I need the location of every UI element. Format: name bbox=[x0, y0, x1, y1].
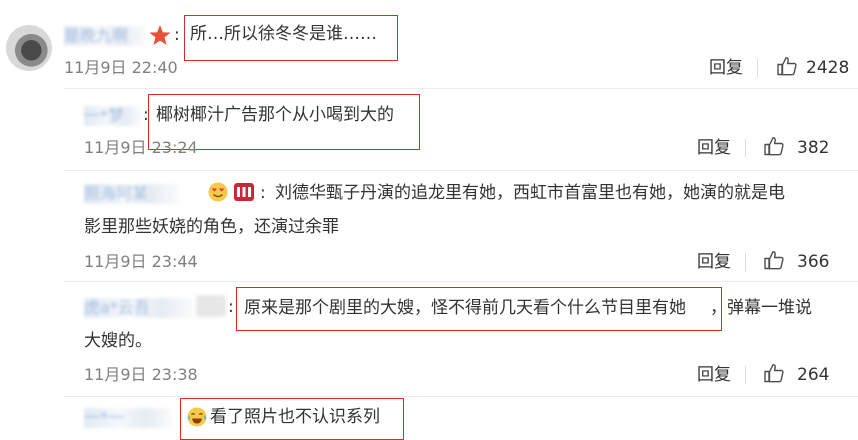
comment-text-line2: 影里那些妖娆的角色，还演过余罪 bbox=[84, 217, 339, 237]
timestamp: 11月9日 22:40 bbox=[64, 58, 178, 77]
username[interactable]: 一*梦 bbox=[84, 106, 142, 126]
crying-laughing-emoji-icon bbox=[187, 407, 207, 427]
reply-item: 虎a*云吾 : 原来是那个剧里的大嫂，怪不得前几天看个什么节目里有她 ，弹幕一堆… bbox=[0, 281, 858, 397]
timestamp: 11月9日 23:44 bbox=[84, 252, 198, 271]
divider bbox=[757, 59, 758, 77]
heart-eyes-emoji-icon bbox=[208, 182, 228, 202]
avatar[interactable] bbox=[6, 25, 52, 71]
divider bbox=[745, 366, 746, 384]
star-badge-icon bbox=[149, 25, 171, 45]
like-count: 366 bbox=[797, 252, 830, 272]
reply-button[interactable]: 回复 bbox=[697, 138, 731, 158]
reply-item: 一*一 看了照片也不认识系列 bbox=[0, 396, 858, 440]
divider bbox=[745, 253, 746, 271]
like-count: 2428 bbox=[806, 58, 850, 78]
comment-text: 看了照片也不认识系列 bbox=[210, 407, 380, 427]
comment-item: 是晚九啊 : 所…所以徐冬冬是谁…… 11月9日 22:40 回复 2428 bbox=[0, 0, 858, 88]
thumbs-up-icon[interactable] bbox=[763, 249, 785, 271]
timestamp: 11月9日 23:24 bbox=[84, 138, 198, 157]
badge-icon bbox=[234, 183, 254, 201]
comment-text-line1: 刘德华甄子丹演的追龙里有她，西虹市首富里也有她，她演的就是电 bbox=[275, 183, 785, 203]
comment-text: 所…所以徐冬冬是谁…… bbox=[190, 24, 377, 44]
thumbs-up-icon[interactable] bbox=[776, 55, 798, 77]
comment-text-rest: ，弹幕一堆说 bbox=[710, 298, 812, 318]
username[interactable]: 照海阿某 bbox=[84, 184, 180, 204]
divider bbox=[745, 139, 746, 157]
reply-item: 一*梦 : 椰树椰汁广告那个从小喝到大的 11月9日 23:24 回复 382 bbox=[0, 88, 858, 176]
timestamp: 11月9日 23:38 bbox=[84, 365, 198, 384]
thumbs-up-icon[interactable] bbox=[763, 362, 785, 384]
comment-text-highlight: 原来是那个剧里的大嫂，怪不得前几天看个什么节目里有她 bbox=[244, 298, 686, 318]
username[interactable]: 一*一 bbox=[84, 408, 172, 428]
like-count: 382 bbox=[797, 138, 830, 158]
colon: : bbox=[174, 25, 180, 45]
username[interactable]: 虎a*云吾 bbox=[84, 298, 194, 318]
comment-text: 椰树椰汁广告那个从小喝到大的 bbox=[156, 105, 394, 125]
username[interactable]: 是晚九啊 bbox=[64, 26, 146, 46]
colon: : bbox=[143, 105, 149, 125]
colon: : bbox=[228, 297, 234, 317]
reply-item: 照海阿某 : 刘德华甄子丹演的追龙里有她，西虹市首富里也有她，她演的就是电 影里… bbox=[0, 170, 858, 286]
colon: : bbox=[260, 183, 266, 203]
reply-button[interactable]: 回复 bbox=[697, 365, 731, 385]
thumbs-up-icon[interactable] bbox=[763, 135, 785, 157]
user-avatar-blur bbox=[196, 295, 226, 317]
comment-text-line2: 大嫂的。 bbox=[84, 331, 152, 351]
like-count: 264 bbox=[797, 365, 830, 385]
reply-button[interactable]: 回复 bbox=[709, 58, 743, 78]
reply-button[interactable]: 回复 bbox=[697, 252, 731, 272]
